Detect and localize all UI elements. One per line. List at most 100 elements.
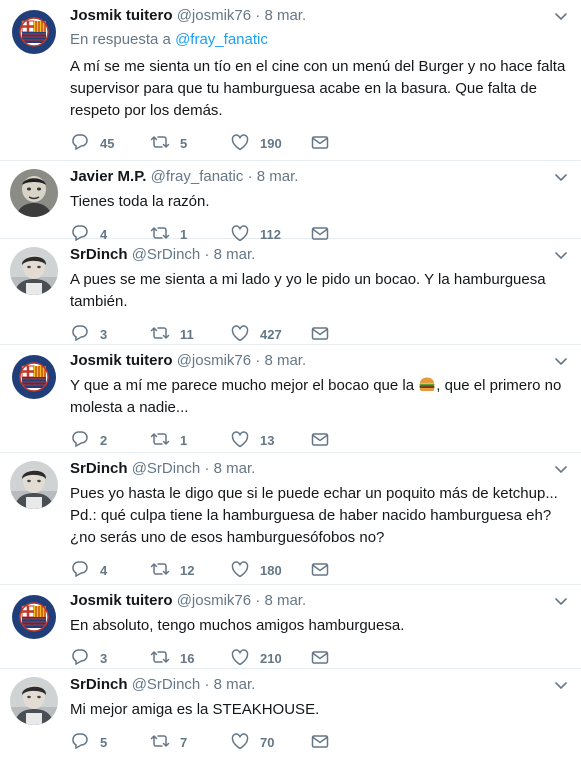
reply-handle-link[interactable]: @fray_fanatic bbox=[175, 31, 268, 48]
envelope-icon bbox=[311, 735, 329, 748]
reply-count: 3 bbox=[100, 650, 108, 666]
direct-message-button[interactable] bbox=[310, 648, 390, 668]
chevron-down-icon[interactable] bbox=[553, 8, 569, 24]
like-button[interactable]: 70 bbox=[230, 732, 310, 752]
like-button[interactable]: 210 bbox=[230, 648, 310, 668]
like-button[interactable]: 427 bbox=[230, 324, 310, 344]
reply-count: 2 bbox=[100, 432, 108, 448]
tweet[interactable]: Josmik tuitero @josmik76 · 8 mar. Y que … bbox=[0, 345, 581, 453]
reply-button[interactable]: 2 bbox=[70, 430, 150, 450]
direct-message-button[interactable] bbox=[310, 732, 390, 752]
user-handle[interactable]: @SrDinch bbox=[132, 676, 201, 693]
user-name[interactable]: Josmik tuitero bbox=[70, 7, 173, 24]
retweet-count: 5 bbox=[180, 135, 188, 151]
user-handle[interactable]: @josmik76 bbox=[177, 7, 251, 24]
envelope-icon bbox=[311, 563, 329, 576]
tweet-text: En absoluto, tengo muchos amigos hamburg… bbox=[70, 617, 405, 634]
tweet[interactable]: SrDinch @SrDinch · 8 mar. A pues se me s… bbox=[0, 239, 581, 345]
timestamp[interactable]: · 8 mar. bbox=[204, 460, 255, 477]
tweet-actions: 5 7 70 bbox=[70, 729, 569, 755]
direct-message-button[interactable] bbox=[310, 560, 390, 580]
timestamp[interactable]: · 8 mar. bbox=[255, 352, 306, 369]
reply-count: 45 bbox=[100, 135, 115, 151]
timestamp[interactable]: · 8 mar. bbox=[255, 592, 306, 609]
reply-icon bbox=[72, 431, 88, 447]
heart-icon bbox=[231, 561, 249, 578]
direct-message-button[interactable] bbox=[310, 133, 390, 153]
user-handle[interactable]: @SrDinch bbox=[132, 460, 201, 477]
chevron-down-icon[interactable] bbox=[553, 247, 569, 263]
retweet-button[interactable]: 7 bbox=[150, 732, 230, 752]
retweet-button[interactable]: 12 bbox=[150, 560, 230, 580]
reply-count: 4 bbox=[100, 562, 108, 578]
user-handle[interactable]: @josmik76 bbox=[177, 592, 251, 609]
reply-button[interactable]: 3 bbox=[70, 648, 150, 668]
avatar[interactable] bbox=[10, 593, 58, 641]
timestamp[interactable]: · 8 mar. bbox=[255, 7, 306, 24]
user-handle[interactable]: @SrDinch bbox=[132, 246, 201, 263]
heart-icon bbox=[231, 134, 249, 151]
tweet[interactable]: Javier M.P. @fray_fanatic · 8 mar. Tiene… bbox=[0, 161, 581, 242]
tweet[interactable]: Josmik tuitero @josmik76 · 8 mar. En res… bbox=[0, 0, 581, 161]
user-name[interactable]: SrDinch bbox=[70, 246, 128, 263]
tweet-text-part: Y que a mí me parece mucho mejor el boca… bbox=[70, 377, 419, 394]
direct-message-button[interactable] bbox=[310, 430, 390, 450]
chevron-down-icon[interactable] bbox=[553, 169, 569, 185]
tweet[interactable]: Josmik tuitero @josmik76 · 8 mar. En abs… bbox=[0, 585, 581, 669]
reply-button[interactable]: 4 bbox=[70, 560, 150, 580]
user-handle[interactable]: @josmik76 bbox=[177, 352, 251, 369]
reply-button[interactable]: 5 bbox=[70, 732, 150, 752]
tweet-text: A pues se me sienta a mi lado y yo le pi… bbox=[70, 271, 546, 310]
tweet[interactable]: SrDinch @SrDinch · 8 mar. Mi mejor amiga… bbox=[0, 669, 581, 757]
reply-icon bbox=[72, 733, 88, 749]
retweet-icon bbox=[150, 433, 170, 445]
retweet-count: 16 bbox=[180, 650, 195, 666]
retweet-button[interactable]: 11 bbox=[150, 324, 230, 344]
avatar[interactable] bbox=[10, 353, 58, 401]
user-name[interactable]: SrDinch bbox=[70, 676, 128, 693]
like-button[interactable]: 13 bbox=[230, 430, 310, 450]
reply-button[interactable]: 3 bbox=[70, 324, 150, 344]
avatar[interactable] bbox=[10, 169, 58, 217]
tweet-actions: 45 5 190 bbox=[70, 130, 569, 156]
tweet-text: A mí se me sienta un tío en el cine con … bbox=[70, 58, 566, 119]
avatar[interactable] bbox=[10, 461, 58, 509]
reply-icon bbox=[72, 325, 88, 341]
avatar[interactable] bbox=[10, 247, 58, 295]
like-count: 427 bbox=[260, 326, 282, 342]
chevron-down-icon[interactable] bbox=[553, 593, 569, 609]
tweet[interactable]: SrDinch @SrDinch · 8 mar. Pues yo hasta … bbox=[0, 453, 581, 585]
retweet-button[interactable]: 5 bbox=[150, 133, 230, 153]
timestamp[interactable]: · 8 mar. bbox=[248, 168, 299, 185]
reply-icon bbox=[72, 561, 88, 577]
reply-context: En respuesta a @fray_fanatic bbox=[70, 30, 569, 50]
reply-icon bbox=[72, 649, 88, 665]
envelope-icon bbox=[311, 136, 329, 149]
user-name[interactable]: Josmik tuitero bbox=[70, 352, 173, 369]
timestamp[interactable]: · 8 mar. bbox=[204, 676, 255, 693]
chevron-down-icon[interactable] bbox=[553, 461, 569, 477]
tweet-text: Pues yo hasta le digo que si le puede ec… bbox=[70, 485, 558, 546]
direct-message-button[interactable] bbox=[310, 324, 390, 344]
retweet-button[interactable]: 1 bbox=[150, 430, 230, 450]
reply-icon bbox=[72, 134, 88, 150]
like-button[interactable]: 180 bbox=[230, 560, 310, 580]
like-count: 210 bbox=[260, 650, 282, 666]
avatar[interactable] bbox=[10, 677, 58, 725]
chevron-down-icon[interactable] bbox=[553, 677, 569, 693]
like-button[interactable]: 190 bbox=[230, 133, 310, 153]
user-name[interactable]: Javier M.P. bbox=[70, 168, 146, 185]
like-count: 180 bbox=[260, 562, 282, 578]
chevron-down-icon[interactable] bbox=[553, 353, 569, 369]
retweet-icon bbox=[150, 136, 170, 148]
user-handle[interactable]: @fray_fanatic bbox=[151, 168, 244, 185]
tweet-actions: 4 12 180 bbox=[70, 557, 569, 583]
tweet-text: Tienes toda la razón. bbox=[70, 193, 210, 210]
timestamp[interactable]: · 8 mar. bbox=[204, 246, 255, 263]
user-name[interactable]: Josmik tuitero bbox=[70, 592, 173, 609]
avatar[interactable] bbox=[10, 8, 58, 56]
tweet-actions: 3 16 210 bbox=[70, 645, 569, 671]
retweet-button[interactable]: 16 bbox=[150, 648, 230, 668]
reply-button[interactable]: 45 bbox=[70, 133, 150, 153]
user-name[interactable]: SrDinch bbox=[70, 460, 128, 477]
